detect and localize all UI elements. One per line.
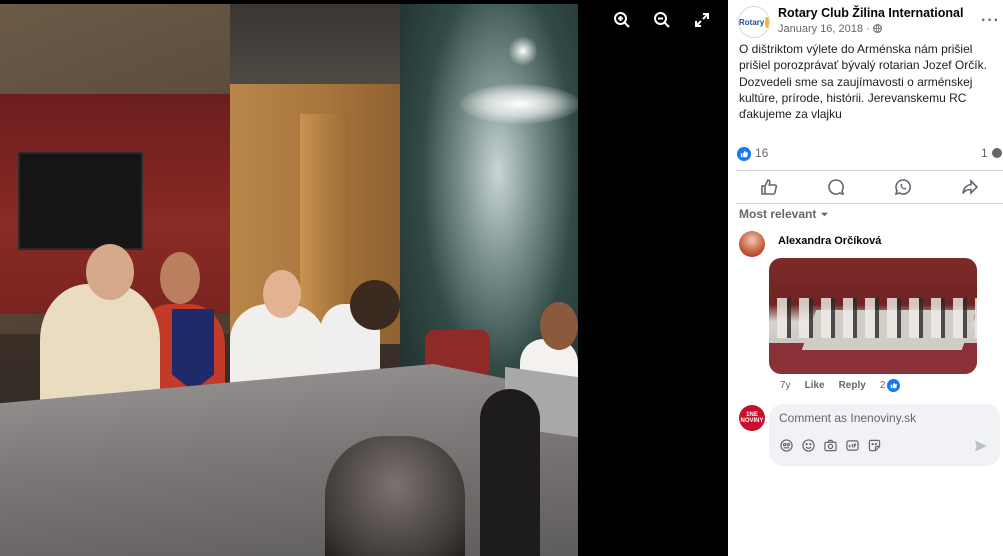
comment-sort-label: Most relevant: [739, 207, 817, 221]
comment-like-button[interactable]: Like: [805, 380, 825, 391]
post-panel: Rotary Rotary Club Žilina International …: [728, 0, 1003, 556]
rotary-logo: Rotary: [739, 17, 765, 27]
commenter-avatar-label: 1NE NOVINY: [740, 412, 764, 424]
comment-age[interactable]: 7y: [780, 380, 791, 391]
comment-button[interactable]: [816, 173, 856, 201]
zoom-out-icon[interactable]: [652, 10, 672, 30]
like-icon: [761, 179, 778, 195]
rotary-wheel-icon: [765, 16, 769, 28]
avatar[interactable]: [739, 231, 765, 257]
comment-bubble-icon: [992, 148, 1002, 158]
globe-icon: [872, 24, 882, 33]
caret-down-icon: [820, 212, 828, 217]
comment-composer: [769, 404, 1000, 466]
avatar-sticker-icon[interactable]: [779, 438, 793, 452]
like-button[interactable]: [749, 173, 789, 201]
fullscreen-icon[interactable]: [692, 10, 712, 30]
post-header: Rotary Rotary Club Žilina International …: [738, 4, 1000, 38]
comment-count-value: 1: [980, 146, 988, 160]
comment-meta: 7y Like Reply 2: [780, 379, 901, 392]
comment-icon: [828, 179, 845, 196]
post-text: O dištriktom výlete do Arménska nám priš…: [739, 42, 987, 122]
send-icon[interactable]: [974, 439, 988, 453]
comment-photo[interactable]: [769, 258, 977, 374]
rotary-banner: [172, 309, 214, 391]
camera-icon[interactable]: [823, 438, 837, 452]
reaction-count[interactable]: 16: [755, 146, 768, 160]
post-actions: [736, 171, 1003, 203]
comment-reply-button[interactable]: Reply: [839, 380, 866, 391]
zoom-in-icon[interactable]: [612, 10, 632, 30]
sticker-icon[interactable]: [867, 438, 881, 452]
page-avatar[interactable]: Rotary: [738, 6, 770, 38]
comment-like-count[interactable]: 2: [880, 379, 901, 392]
divider: [736, 203, 1003, 204]
post-date-text: January 16, 2018 ·: [778, 23, 870, 35]
reactions-bar: 16 1: [737, 145, 1003, 163]
like-reaction-icon: [887, 379, 901, 392]
comment-input[interactable]: [779, 411, 989, 425]
comment-like-count-value: 2: [879, 380, 886, 391]
comment-author[interactable]: Alexandra Orčíková: [778, 235, 881, 247]
viewer-controls: [612, 10, 712, 30]
share-button[interactable]: [950, 173, 990, 201]
post-photo[interactable]: [0, 4, 578, 556]
television: [18, 152, 143, 250]
like-reaction-icon[interactable]: [737, 147, 751, 161]
whatsapp-icon: [894, 179, 911, 196]
share-icon: [961, 179, 978, 195]
commenter-avatar: 1NE NOVINY: [739, 405, 765, 431]
composer-tools: [779, 438, 881, 452]
post-date[interactable]: January 16, 2018 ·: [778, 23, 882, 35]
comment-sort-dropdown[interactable]: Most relevant: [739, 207, 829, 221]
gif-icon[interactable]: [845, 438, 859, 452]
emoji-icon[interactable]: [801, 438, 815, 452]
whatsapp-button[interactable]: [883, 173, 923, 201]
page-name-link[interactable]: Rotary Club Žilina International: [778, 6, 963, 20]
more-options-button[interactable]: ···: [981, 12, 1000, 30]
comment-count[interactable]: 1: [981, 146, 1003, 160]
photo-viewer: [0, 0, 728, 556]
